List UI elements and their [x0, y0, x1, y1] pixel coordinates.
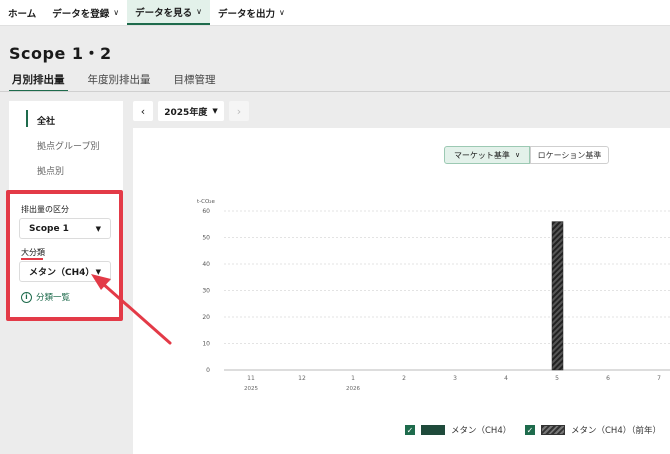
caret-down-icon: ▼	[212, 107, 218, 115]
chevron-down-icon: ∨	[514, 151, 521, 159]
nav-view-data[interactable]: データを見る ∨	[127, 0, 210, 25]
year-select[interactable]: 2025年度 ▼	[158, 101, 224, 121]
sidebar-item-site-group[interactable]: 拠点グループ別	[37, 139, 99, 152]
emission-type-label: 排出量の区分	[21, 205, 69, 214]
category-value: メタン（CH4）	[29, 268, 95, 278]
checkbox-icon[interactable]: ✓	[525, 425, 535, 435]
page-title: Scope 1・2	[9, 44, 112, 63]
caret-down-icon: ▼	[95, 224, 101, 233]
market-basis-label: マーケット基準	[453, 150, 510, 160]
info-icon: i	[21, 291, 32, 303]
legend-label-previous: メタン（CH4）（前年）	[571, 426, 661, 436]
tab-monthly[interactable]: 月別排出量	[9, 72, 68, 92]
legend-previous[interactable]: ✓ メタン（CH4）（前年）	[525, 424, 661, 436]
active-indicator	[26, 110, 28, 127]
label-underline	[21, 258, 43, 260]
year-value: 2025年度	[164, 107, 208, 118]
checkbox-icon[interactable]: ✓	[405, 425, 415, 435]
chevron-right-icon: ›	[236, 104, 242, 118]
emission-type-value: Scope 1	[29, 223, 69, 234]
sidebar-item-site[interactable]: 拠点別	[37, 164, 64, 177]
legend-swatch-current	[421, 425, 445, 435]
prev-year-button[interactable]: ‹	[133, 101, 153, 121]
chevron-down-icon: ∨	[196, 7, 202, 16]
tab-bar: 月別排出量 年度別排出量 目標管理	[9, 72, 236, 92]
tabs-divider	[0, 91, 670, 92]
nav-register-data[interactable]: データを登録 ∨	[44, 0, 127, 25]
category-label: 大分類	[21, 248, 45, 257]
category-list-link[interactable]: i 分類一覧	[21, 291, 70, 303]
legend-current[interactable]: ✓ メタン（CH4）	[405, 424, 511, 436]
emission-type-select[interactable]: Scope 1 ▼	[19, 218, 111, 239]
sidebar-item-company[interactable]: 全社	[37, 114, 55, 127]
category-select[interactable]: メタン（CH4） ▼	[19, 261, 111, 282]
nav-home[interactable]: ホーム	[0, 0, 44, 25]
tab-target[interactable]: 目標管理	[171, 72, 219, 92]
chevron-left-icon: ‹	[140, 104, 146, 118]
legend-swatch-previous	[541, 425, 565, 435]
market-basis-toggle[interactable]: マーケット基準 ∨	[444, 146, 530, 164]
top-nav: ホーム データを登録 ∨ データを見る ∨ データを出力 ∨	[0, 0, 670, 26]
legend-label-current: メタン（CH4）	[451, 426, 512, 436]
nav-export-data[interactable]: データを出力 ∨	[210, 0, 293, 25]
category-list-label: 分類一覧	[36, 293, 71, 303]
caret-down-icon: ▼	[95, 267, 101, 276]
chevron-down-icon: ∨	[113, 8, 120, 17]
tab-yearly[interactable]: 年度別排出量	[85, 72, 154, 92]
location-basis-toggle[interactable]: ロケーション基準	[530, 146, 609, 164]
next-year-button[interactable]: ›	[229, 101, 249, 121]
chart-card	[133, 128, 670, 454]
chevron-down-icon: ∨	[278, 8, 285, 17]
